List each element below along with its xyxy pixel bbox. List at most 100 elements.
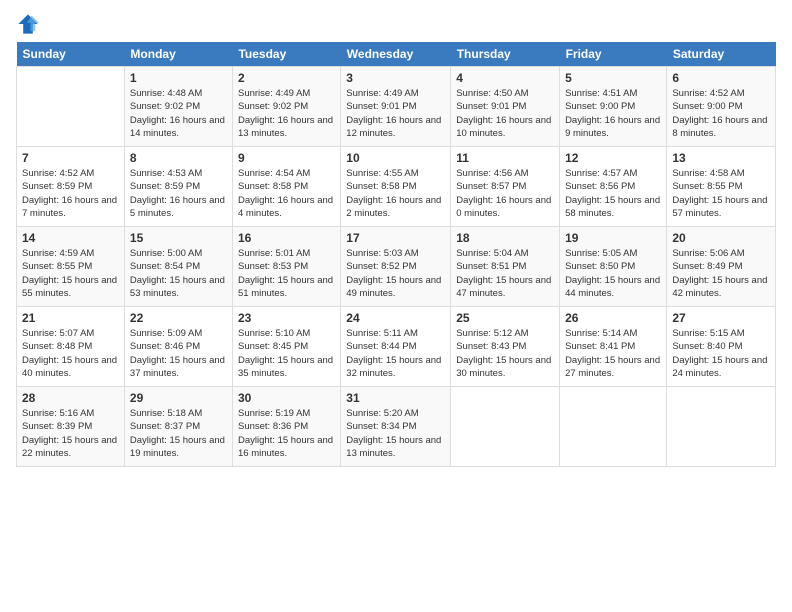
- day-cell: 6 Sunrise: 4:52 AM Sunset: 9:00 PM Dayli…: [667, 67, 776, 147]
- day-info: Sunrise: 5:10 AM Sunset: 8:45 PM Dayligh…: [238, 327, 335, 380]
- day-cell: 29 Sunrise: 5:18 AM Sunset: 8:37 PM Dayl…: [124, 387, 232, 467]
- day-cell: 30 Sunrise: 5:19 AM Sunset: 8:36 PM Dayl…: [232, 387, 340, 467]
- day-cell: 31 Sunrise: 5:20 AM Sunset: 8:34 PM Dayl…: [341, 387, 451, 467]
- day-number: 11: [456, 151, 554, 165]
- day-number: 29: [130, 391, 227, 405]
- day-info: Sunrise: 5:18 AM Sunset: 8:37 PM Dayligh…: [130, 407, 227, 460]
- day-cell: 10 Sunrise: 4:55 AM Sunset: 8:58 PM Dayl…: [341, 147, 451, 227]
- weekday-monday: Monday: [124, 42, 232, 67]
- day-info: Sunrise: 5:12 AM Sunset: 8:43 PM Dayligh…: [456, 327, 554, 380]
- day-cell: 27 Sunrise: 5:15 AM Sunset: 8:40 PM Dayl…: [667, 307, 776, 387]
- weekday-saturday: Saturday: [667, 42, 776, 67]
- day-number: 17: [346, 231, 445, 245]
- day-info: Sunrise: 5:11 AM Sunset: 8:44 PM Dayligh…: [346, 327, 445, 380]
- day-cell: 4 Sunrise: 4:50 AM Sunset: 9:01 PM Dayli…: [451, 67, 560, 147]
- week-row-3: 14 Sunrise: 4:59 AM Sunset: 8:55 PM Dayl…: [17, 227, 776, 307]
- day-info: Sunrise: 5:15 AM Sunset: 8:40 PM Dayligh…: [672, 327, 770, 380]
- day-info: Sunrise: 5:04 AM Sunset: 8:51 PM Dayligh…: [456, 247, 554, 300]
- day-number: 6: [672, 71, 770, 85]
- day-cell: 17 Sunrise: 5:03 AM Sunset: 8:52 PM Dayl…: [341, 227, 451, 307]
- week-row-2: 7 Sunrise: 4:52 AM Sunset: 8:59 PM Dayli…: [17, 147, 776, 227]
- day-number: 21: [22, 311, 119, 325]
- day-info: Sunrise: 4:52 AM Sunset: 9:00 PM Dayligh…: [672, 87, 770, 140]
- weekday-thursday: Thursday: [451, 42, 560, 67]
- day-cell: 18 Sunrise: 5:04 AM Sunset: 8:51 PM Dayl…: [451, 227, 560, 307]
- day-number: 23: [238, 311, 335, 325]
- day-cell: [451, 387, 560, 467]
- day-number: 27: [672, 311, 770, 325]
- day-cell: 20 Sunrise: 5:06 AM Sunset: 8:49 PM Dayl…: [667, 227, 776, 307]
- day-cell: 21 Sunrise: 5:07 AM Sunset: 8:48 PM Dayl…: [17, 307, 125, 387]
- day-cell: 13 Sunrise: 4:58 AM Sunset: 8:55 PM Dayl…: [667, 147, 776, 227]
- logo-icon: [16, 12, 40, 36]
- day-number: 14: [22, 231, 119, 245]
- day-info: Sunrise: 4:58 AM Sunset: 8:55 PM Dayligh…: [672, 167, 770, 220]
- day-cell: 25 Sunrise: 5:12 AM Sunset: 8:43 PM Dayl…: [451, 307, 560, 387]
- day-cell: 3 Sunrise: 4:49 AM Sunset: 9:01 PM Dayli…: [341, 67, 451, 147]
- weekday-tuesday: Tuesday: [232, 42, 340, 67]
- day-info: Sunrise: 4:59 AM Sunset: 8:55 PM Dayligh…: [22, 247, 119, 300]
- day-cell: 2 Sunrise: 4:49 AM Sunset: 9:02 PM Dayli…: [232, 67, 340, 147]
- day-info: Sunrise: 4:50 AM Sunset: 9:01 PM Dayligh…: [456, 87, 554, 140]
- day-number: 8: [130, 151, 227, 165]
- day-info: Sunrise: 4:57 AM Sunset: 8:56 PM Dayligh…: [565, 167, 661, 220]
- day-info: Sunrise: 4:53 AM Sunset: 8:59 PM Dayligh…: [130, 167, 227, 220]
- week-row-4: 21 Sunrise: 5:07 AM Sunset: 8:48 PM Dayl…: [17, 307, 776, 387]
- day-cell: 15 Sunrise: 5:00 AM Sunset: 8:54 PM Dayl…: [124, 227, 232, 307]
- day-cell: 5 Sunrise: 4:51 AM Sunset: 9:00 PM Dayli…: [560, 67, 667, 147]
- day-number: 20: [672, 231, 770, 245]
- day-cell: [17, 67, 125, 147]
- day-info: Sunrise: 5:01 AM Sunset: 8:53 PM Dayligh…: [238, 247, 335, 300]
- day-info: Sunrise: 4:56 AM Sunset: 8:57 PM Dayligh…: [456, 167, 554, 220]
- day-cell: [560, 387, 667, 467]
- day-number: 7: [22, 151, 119, 165]
- day-cell: 9 Sunrise: 4:54 AM Sunset: 8:58 PM Dayli…: [232, 147, 340, 227]
- day-number: 4: [456, 71, 554, 85]
- day-number: 19: [565, 231, 661, 245]
- day-info: Sunrise: 4:49 AM Sunset: 9:02 PM Dayligh…: [238, 87, 335, 140]
- day-info: Sunrise: 5:03 AM Sunset: 8:52 PM Dayligh…: [346, 247, 445, 300]
- header: [16, 12, 776, 36]
- day-cell: 11 Sunrise: 4:56 AM Sunset: 8:57 PM Dayl…: [451, 147, 560, 227]
- day-cell: 26 Sunrise: 5:14 AM Sunset: 8:41 PM Dayl…: [560, 307, 667, 387]
- day-number: 3: [346, 71, 445, 85]
- day-info: Sunrise: 5:14 AM Sunset: 8:41 PM Dayligh…: [565, 327, 661, 380]
- day-cell: 8 Sunrise: 4:53 AM Sunset: 8:59 PM Dayli…: [124, 147, 232, 227]
- day-info: Sunrise: 4:54 AM Sunset: 8:58 PM Dayligh…: [238, 167, 335, 220]
- week-row-5: 28 Sunrise: 5:16 AM Sunset: 8:39 PM Dayl…: [17, 387, 776, 467]
- day-number: 26: [565, 311, 661, 325]
- day-cell: [667, 387, 776, 467]
- day-cell: 14 Sunrise: 4:59 AM Sunset: 8:55 PM Dayl…: [17, 227, 125, 307]
- day-cell: 23 Sunrise: 5:10 AM Sunset: 8:45 PM Dayl…: [232, 307, 340, 387]
- weekday-friday: Friday: [560, 42, 667, 67]
- logo: [16, 12, 44, 36]
- day-cell: 19 Sunrise: 5:05 AM Sunset: 8:50 PM Dayl…: [560, 227, 667, 307]
- day-number: 5: [565, 71, 661, 85]
- day-info: Sunrise: 4:48 AM Sunset: 9:02 PM Dayligh…: [130, 87, 227, 140]
- day-cell: 7 Sunrise: 4:52 AM Sunset: 8:59 PM Dayli…: [17, 147, 125, 227]
- weekday-wednesday: Wednesday: [341, 42, 451, 67]
- day-info: Sunrise: 5:09 AM Sunset: 8:46 PM Dayligh…: [130, 327, 227, 380]
- day-number: 13: [672, 151, 770, 165]
- day-cell: 22 Sunrise: 5:09 AM Sunset: 8:46 PM Dayl…: [124, 307, 232, 387]
- day-info: Sunrise: 5:05 AM Sunset: 8:50 PM Dayligh…: [565, 247, 661, 300]
- day-number: 25: [456, 311, 554, 325]
- day-info: Sunrise: 4:55 AM Sunset: 8:58 PM Dayligh…: [346, 167, 445, 220]
- day-number: 31: [346, 391, 445, 405]
- day-cell: 24 Sunrise: 5:11 AM Sunset: 8:44 PM Dayl…: [341, 307, 451, 387]
- day-number: 12: [565, 151, 661, 165]
- day-number: 15: [130, 231, 227, 245]
- day-cell: 1 Sunrise: 4:48 AM Sunset: 9:02 PM Dayli…: [124, 67, 232, 147]
- day-info: Sunrise: 5:19 AM Sunset: 8:36 PM Dayligh…: [238, 407, 335, 460]
- week-row-1: 1 Sunrise: 4:48 AM Sunset: 9:02 PM Dayli…: [17, 67, 776, 147]
- day-info: Sunrise: 4:49 AM Sunset: 9:01 PM Dayligh…: [346, 87, 445, 140]
- day-number: 9: [238, 151, 335, 165]
- day-cell: 12 Sunrise: 4:57 AM Sunset: 8:56 PM Dayl…: [560, 147, 667, 227]
- day-number: 2: [238, 71, 335, 85]
- day-number: 16: [238, 231, 335, 245]
- weekday-sunday: Sunday: [17, 42, 125, 67]
- day-info: Sunrise: 5:20 AM Sunset: 8:34 PM Dayligh…: [346, 407, 445, 460]
- day-cell: 28 Sunrise: 5:16 AM Sunset: 8:39 PM Dayl…: [17, 387, 125, 467]
- day-number: 10: [346, 151, 445, 165]
- day-info: Sunrise: 5:00 AM Sunset: 8:54 PM Dayligh…: [130, 247, 227, 300]
